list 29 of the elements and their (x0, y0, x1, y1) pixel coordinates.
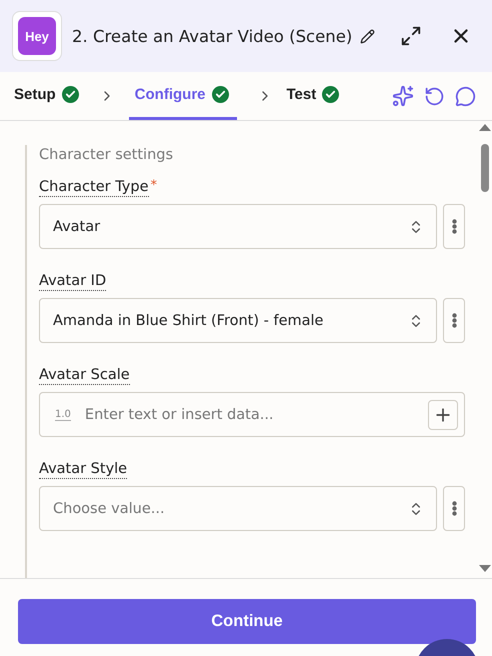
select-field[interactable]: Choose value... (39, 486, 437, 531)
sparkle-icon[interactable] (392, 85, 414, 107)
pencil-icon[interactable] (360, 28, 376, 44)
more-button[interactable] (443, 486, 465, 531)
continue-button[interactable]: Continue (18, 599, 476, 644)
more-button[interactable] (443, 298, 465, 343)
step-tab[interactable]: Test (286, 72, 340, 120)
add-button[interactable] (428, 400, 458, 430)
step-tab[interactable]: Configure (128, 72, 236, 120)
comment-icon[interactable] (455, 86, 476, 106)
input-field[interactable]: Enter text or insert data... (82, 406, 416, 424)
section-title: Character settings (39, 147, 174, 163)
select-field[interactable]: Avatar (39, 204, 437, 249)
field-label: Avatar Scale (39, 366, 130, 385)
field-label: Avatar ID (39, 272, 106, 291)
select-field[interactable]: Amanda in Blue Shirt (Front) - female (39, 298, 437, 343)
dots-icon (452, 219, 456, 234)
dots-icon (452, 501, 456, 516)
required-mark: * (150, 178, 158, 193)
step-title: 2. Create an Avatar Video (Scene) (72, 26, 352, 46)
app-logo: Hey (18, 17, 56, 55)
undo-icon[interactable] (424, 86, 445, 106)
step-tab[interactable]: Setup (14, 72, 79, 120)
field-label: Character Type (39, 178, 149, 197)
more-button[interactable] (443, 204, 465, 249)
field-label: Avatar Style (39, 460, 128, 479)
number-hint: 1.0 (55, 408, 71, 420)
expand-icon[interactable] (400, 25, 422, 47)
dots-icon (452, 313, 456, 328)
